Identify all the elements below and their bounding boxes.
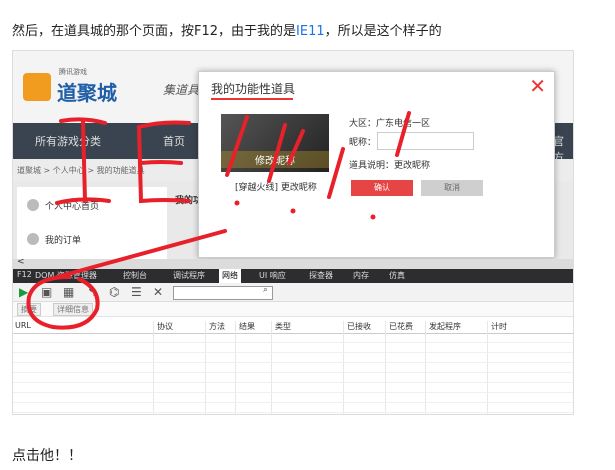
table-row <box>13 394 573 403</box>
table-row <box>13 334 573 343</box>
confirm-button[interactable]: 确认 <box>351 180 413 196</box>
devtools-search-input[interactable] <box>173 286 273 300</box>
nickname-input[interactable] <box>377 132 474 150</box>
modal-title: 我的功能性道具 <box>211 82 296 96</box>
tool-image[interactable]: 修改昵称 <box>221 114 329 172</box>
ie11-link[interactable]: IE11 <box>296 24 325 39</box>
tab-console[interactable]: 控制台 <box>123 270 147 281</box>
tool-desc: 道具说明：更改昵称 <box>349 161 431 171</box>
devtools-tabs: F12 DOM 资源管理器 控制台 调试程序 网络 UI 响应 探查器 内存 仿… <box>13 269 573 283</box>
nickname-label: 昵称： <box>349 138 377 148</box>
nav-home[interactable]: 首页 <box>163 133 185 149</box>
sidebar: 个人中心首页 我的订单 <box>17 187 167 259</box>
devtools-toolbar: ▶ ▣ ▦ ↰ ⌬ ☰ ✕ ⌕ <box>13 283 573 302</box>
nav-all-games[interactable]: 所有游戏分类 <box>35 133 101 149</box>
table-row <box>13 344 573 353</box>
modal-title-underline <box>211 98 293 100</box>
tab-debugger[interactable]: 调试程序 <box>173 270 205 281</box>
outro-text: 点击他！！ <box>12 448 82 464</box>
tab-memory[interactable]: 内存 <box>353 270 369 281</box>
col-url[interactable]: URL <box>15 321 31 330</box>
logo-tag: 腾讯游戏 <box>59 68 87 76</box>
clear-entries-icon[interactable]: ☰ <box>131 285 142 299</box>
region-label: 大区：广东电信一区 <box>349 119 431 129</box>
intro-text-after: ，所以是这个样子的 <box>324 24 442 39</box>
col-method[interactable]: 方法 <box>209 321 225 332</box>
tool-caption: [穿越火线] 更改昵称 <box>235 183 317 193</box>
intro-text-before: 然后，在道具城的那个页面，按F12，由于我的是 <box>12 24 297 39</box>
tool-modal: 我的功能性道具 ✕ 修改昵称 [穿越火线] 更改昵称 大区：广东电信一区 昵称：… <box>198 71 555 258</box>
table-row <box>13 364 573 373</box>
clear-cache-icon[interactable]: ⌬ <box>109 285 119 299</box>
col-timing[interactable]: 计时 <box>491 321 507 332</box>
order-icon <box>27 233 39 245</box>
intro-paragraph: 然后，在道具城的那个页面，按F12，由于我的是IE11，所以是这个样子的 <box>12 20 442 39</box>
search-icon[interactable]: ⌕ <box>263 285 268 295</box>
network-table-header: URL 协议 方法 结果 类型 已接收 已花费 发起程序 计时 <box>13 321 573 334</box>
tool-image-label: 修改昵称 <box>221 151 329 168</box>
sidebar-item-home[interactable]: 个人中心首页 <box>45 199 99 212</box>
export-icon[interactable]: ↰ <box>87 285 97 299</box>
copy-icon[interactable]: ▦ <box>63 285 74 299</box>
sidebar-item-orders[interactable]: 我的订单 <box>45 233 81 246</box>
tab-dom[interactable]: DOM 资源管理器 <box>35 270 97 281</box>
tab-ui-response[interactable]: UI 响应 <box>259 270 286 281</box>
screenshot-image: 腾讯游戏 道聚城 集道具，聚欢乐 所有游戏分类 首页 官方 道聚城 > 个人中心… <box>12 50 574 415</box>
table-row <box>13 384 573 393</box>
close-icon[interactable]: ✕ <box>153 285 163 299</box>
tab-network[interactable]: 网络 <box>219 269 241 283</box>
tab-f12[interactable]: F12 <box>17 270 32 279</box>
col-protocol[interactable]: 协议 <box>157 321 173 332</box>
table-row <box>13 354 573 363</box>
logo-text: 道聚城 <box>57 81 117 105</box>
devtools-panel: F12 DOM 资源管理器 控制台 调试程序 网络 UI 响应 探查器 内存 仿… <box>13 269 573 414</box>
table-row <box>13 404 573 413</box>
tab-emulation[interactable]: 仿真 <box>389 270 405 281</box>
table-row <box>13 374 573 383</box>
scroll-left-icon[interactable]: < <box>17 257 25 267</box>
col-result[interactable]: 结果 <box>239 321 255 332</box>
col-received[interactable]: 已接收 <box>347 321 371 332</box>
close-icon[interactable]: ✕ <box>529 74 546 98</box>
devtools-subtabs: 摘要 详细信息 <box>13 302 573 317</box>
col-type[interactable]: 类型 <box>275 321 291 332</box>
play-icon[interactable]: ▶ <box>19 285 28 299</box>
save-icon[interactable]: ▣ <box>41 285 52 299</box>
site-logo[interactable]: 腾讯游戏 道聚城 <box>23 68 143 105</box>
col-initiator[interactable]: 发起程序 <box>429 321 461 332</box>
col-time-spent[interactable]: 已花费 <box>389 321 413 332</box>
website-area: 腾讯游戏 道聚城 集道具，聚欢乐 所有游戏分类 首页 官方 道聚城 > 个人中心… <box>13 51 573 259</box>
tab-profiler[interactable]: 探查器 <box>309 270 333 281</box>
subtab-summary[interactable]: 摘要 <box>17 303 41 316</box>
network-table-body <box>13 334 573 414</box>
user-icon <box>27 199 39 211</box>
subtab-details[interactable]: 详细信息 <box>53 303 93 316</box>
breadcrumb-text: 道聚城 > 个人中心 > 我的功能道具 <box>17 166 145 175</box>
horizontal-scrollbar[interactable]: < <box>13 257 573 269</box>
cancel-button[interactable]: 取消 <box>421 180 483 196</box>
logo-icon <box>23 73 51 101</box>
